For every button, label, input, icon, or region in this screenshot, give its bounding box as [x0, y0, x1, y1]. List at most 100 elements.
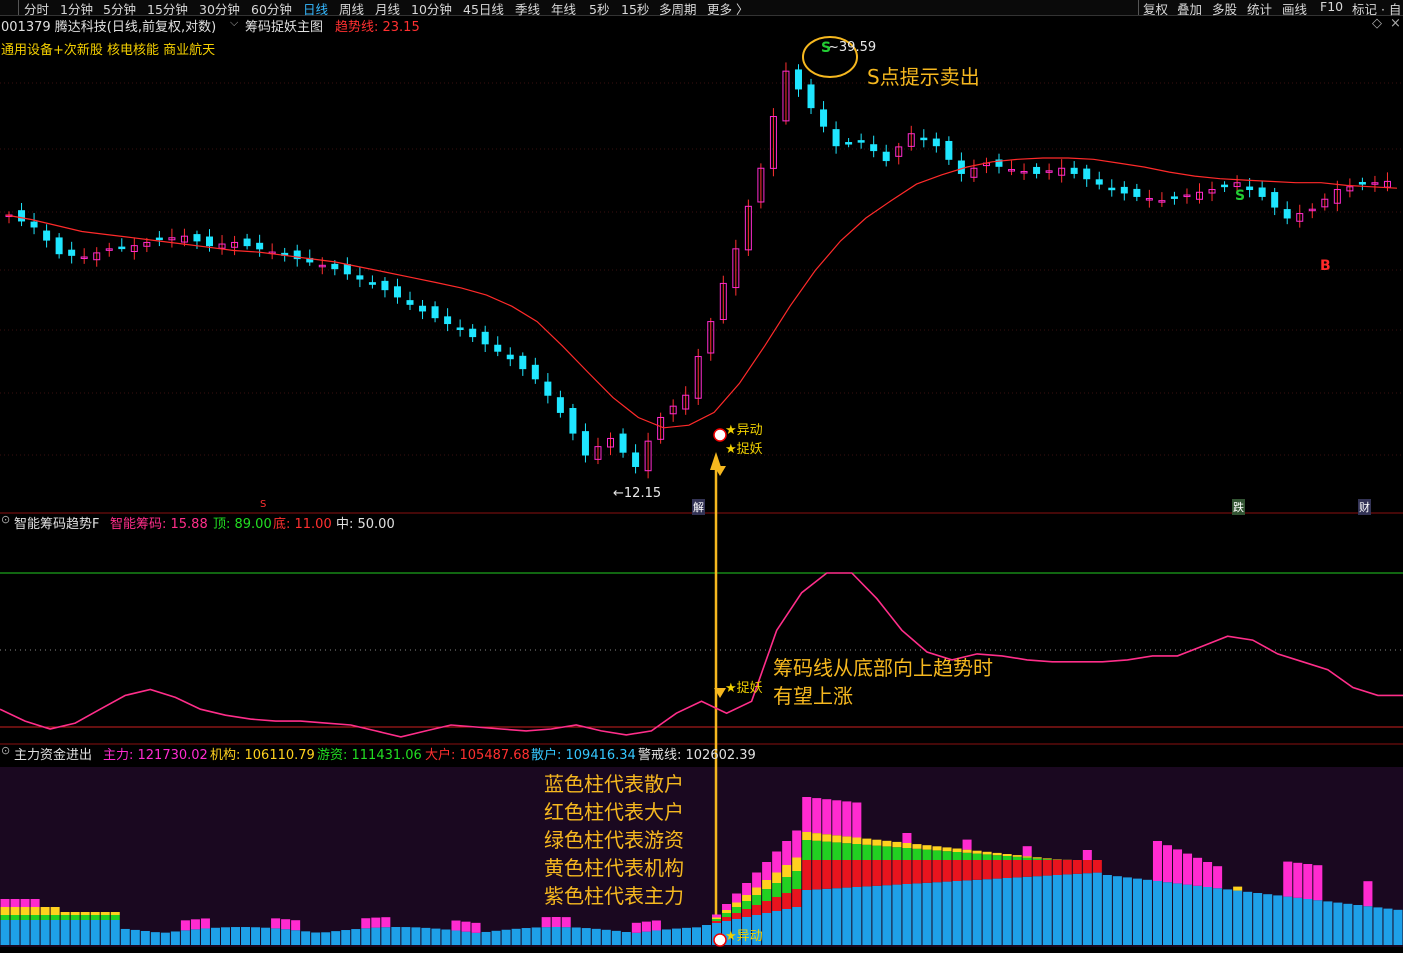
- fund-bar-segment: [852, 837, 862, 844]
- candle-body: [632, 452, 640, 467]
- bottom-panel-toggle-icon[interactable]: ⊙: [1, 744, 10, 757]
- fund-bar-segment: [341, 930, 351, 945]
- fund-bar-segment: [1012, 856, 1022, 860]
- fund-bar-segment: [982, 860, 992, 880]
- fund-bar-segment: [812, 840, 822, 860]
- fund-bar-segment: [30, 907, 40, 915]
- candle-body: [619, 433, 627, 453]
- fund-bar-segment: [872, 885, 882, 945]
- fund-bar-segment: [401, 927, 411, 945]
- low-price-value: 12.15: [623, 486, 662, 501]
- fund-bar-segment: [982, 851, 992, 855]
- fund-bar-segment: [90, 912, 100, 915]
- fund-bar-segment: [10, 915, 20, 920]
- fund-bar-segment: [1383, 908, 1393, 945]
- fund-bar-segment: [762, 862, 772, 880]
- fund-bar-segment: [992, 860, 1002, 879]
- fund-bar-segment: [1042, 860, 1052, 876]
- fund-bar-segment: [271, 928, 281, 945]
- fund-bar-segment: [471, 932, 481, 945]
- candle-body: [1283, 209, 1291, 219]
- fund-bar-segment: [772, 911, 782, 945]
- fund-bar-segment: [822, 799, 832, 835]
- fund-bar-segment: [742, 901, 752, 909]
- fund-bar-segment: [962, 849, 972, 853]
- fund-bar-segment: [802, 890, 812, 945]
- fund-bar-segment: [1183, 853, 1193, 885]
- legend-youzi: 绿色柱代表游资: [544, 828, 684, 852]
- fund-bar-segment: [882, 846, 892, 860]
- fund-bar-segment: [1193, 857, 1203, 886]
- fund-bar-segment: [261, 927, 271, 945]
- fund-bar-segment: [782, 877, 792, 893]
- fund-bar-segment: [962, 852, 972, 860]
- mid-panel-toggle-icon[interactable]: ⊙: [1, 513, 10, 526]
- fund-bar-segment: [862, 886, 872, 945]
- fund-bar-segment: [1022, 856, 1032, 858]
- fund-bar-segment: [60, 920, 70, 945]
- fund-bar-segment: [952, 860, 962, 881]
- fund-bar-segment: [541, 917, 551, 928]
- candle-body: [920, 137, 928, 141]
- fund-bar-segment: [1012, 860, 1022, 878]
- fund-bar-segment: [792, 907, 802, 945]
- fund-bar-segment: [962, 860, 972, 881]
- fund-bar-segment: [691, 927, 701, 945]
- fund-bar-segment: [1112, 876, 1122, 945]
- candle-body: [43, 230, 51, 241]
- fund-bar-segment: [481, 931, 491, 945]
- fund-bar-segment: [752, 887, 762, 895]
- legend-jigou: 黄色柱代表机构: [544, 856, 684, 880]
- fund-bar-segment: [812, 798, 822, 834]
- fund-bar-segment: [852, 844, 862, 860]
- candle-body: [55, 237, 63, 255]
- fund-bar-segment: [180, 920, 190, 931]
- fund-bar-segment: [331, 931, 341, 945]
- fund-bar-segment: [912, 844, 922, 849]
- candle-body: [945, 140, 953, 160]
- candle-body: [331, 263, 339, 270]
- bottom-panel-name[interactable]: 主力资金进出: [14, 744, 92, 763]
- fund-bar-segment: [1203, 862, 1213, 887]
- fund-bar-segment: [90, 920, 100, 945]
- fund-bar-segment: [120, 928, 130, 945]
- fund-bar-segment: [732, 893, 742, 903]
- marker-die: 跌: [1232, 499, 1245, 515]
- fund-bar-segment: [1102, 875, 1112, 945]
- fund-bar-segment: [842, 887, 852, 945]
- candle-body: [882, 151, 890, 162]
- fund-bar-segment: [561, 917, 571, 928]
- fund-bar-segment: [371, 917, 381, 928]
- fund-bar-segment: [160, 932, 170, 945]
- fund-bar-segment: [631, 932, 641, 945]
- fund-bar-segment: [1042, 858, 1052, 860]
- fund-bar-segment: [882, 885, 892, 945]
- fund-bar-segment: [1243, 891, 1253, 945]
- chip-trend-annotation-1: 筹码线从底部向上趋势时: [773, 656, 993, 680]
- candle-body: [1271, 192, 1279, 208]
- candle-body: [481, 331, 489, 345]
- fund-bar-segment: [110, 912, 120, 915]
- mid-panel-name[interactable]: 智能筹码趋势F: [14, 513, 99, 532]
- fund-bar-segment: [872, 839, 882, 846]
- fund-bar-segment: [762, 901, 772, 913]
- fund-bar-segment: [982, 879, 992, 945]
- fund-bar-segment: [1052, 859, 1062, 860]
- fund-bar-segment: [80, 912, 90, 915]
- fund-bar-segment: [832, 835, 842, 843]
- fund-bar-segment: [10, 920, 20, 945]
- fund-bar-segment: [20, 899, 30, 907]
- fund-bar-segment: [230, 927, 241, 945]
- fund-bar-segment: [1213, 888, 1223, 945]
- fund-bar-segment: [1363, 906, 1373, 945]
- candle-body: [794, 69, 802, 90]
- fund-bar-segment: [722, 904, 732, 910]
- fund-bar-segment: [932, 846, 942, 851]
- fund-bar-segment: [862, 844, 872, 860]
- fund-bar-segment: [932, 860, 942, 883]
- candle-body: [531, 364, 539, 380]
- sell-signal-s-right: S: [1235, 188, 1246, 204]
- candle-body: [30, 221, 38, 228]
- fund-bar-segment: [722, 913, 732, 917]
- top-value: 顶: 89.00: [213, 517, 272, 532]
